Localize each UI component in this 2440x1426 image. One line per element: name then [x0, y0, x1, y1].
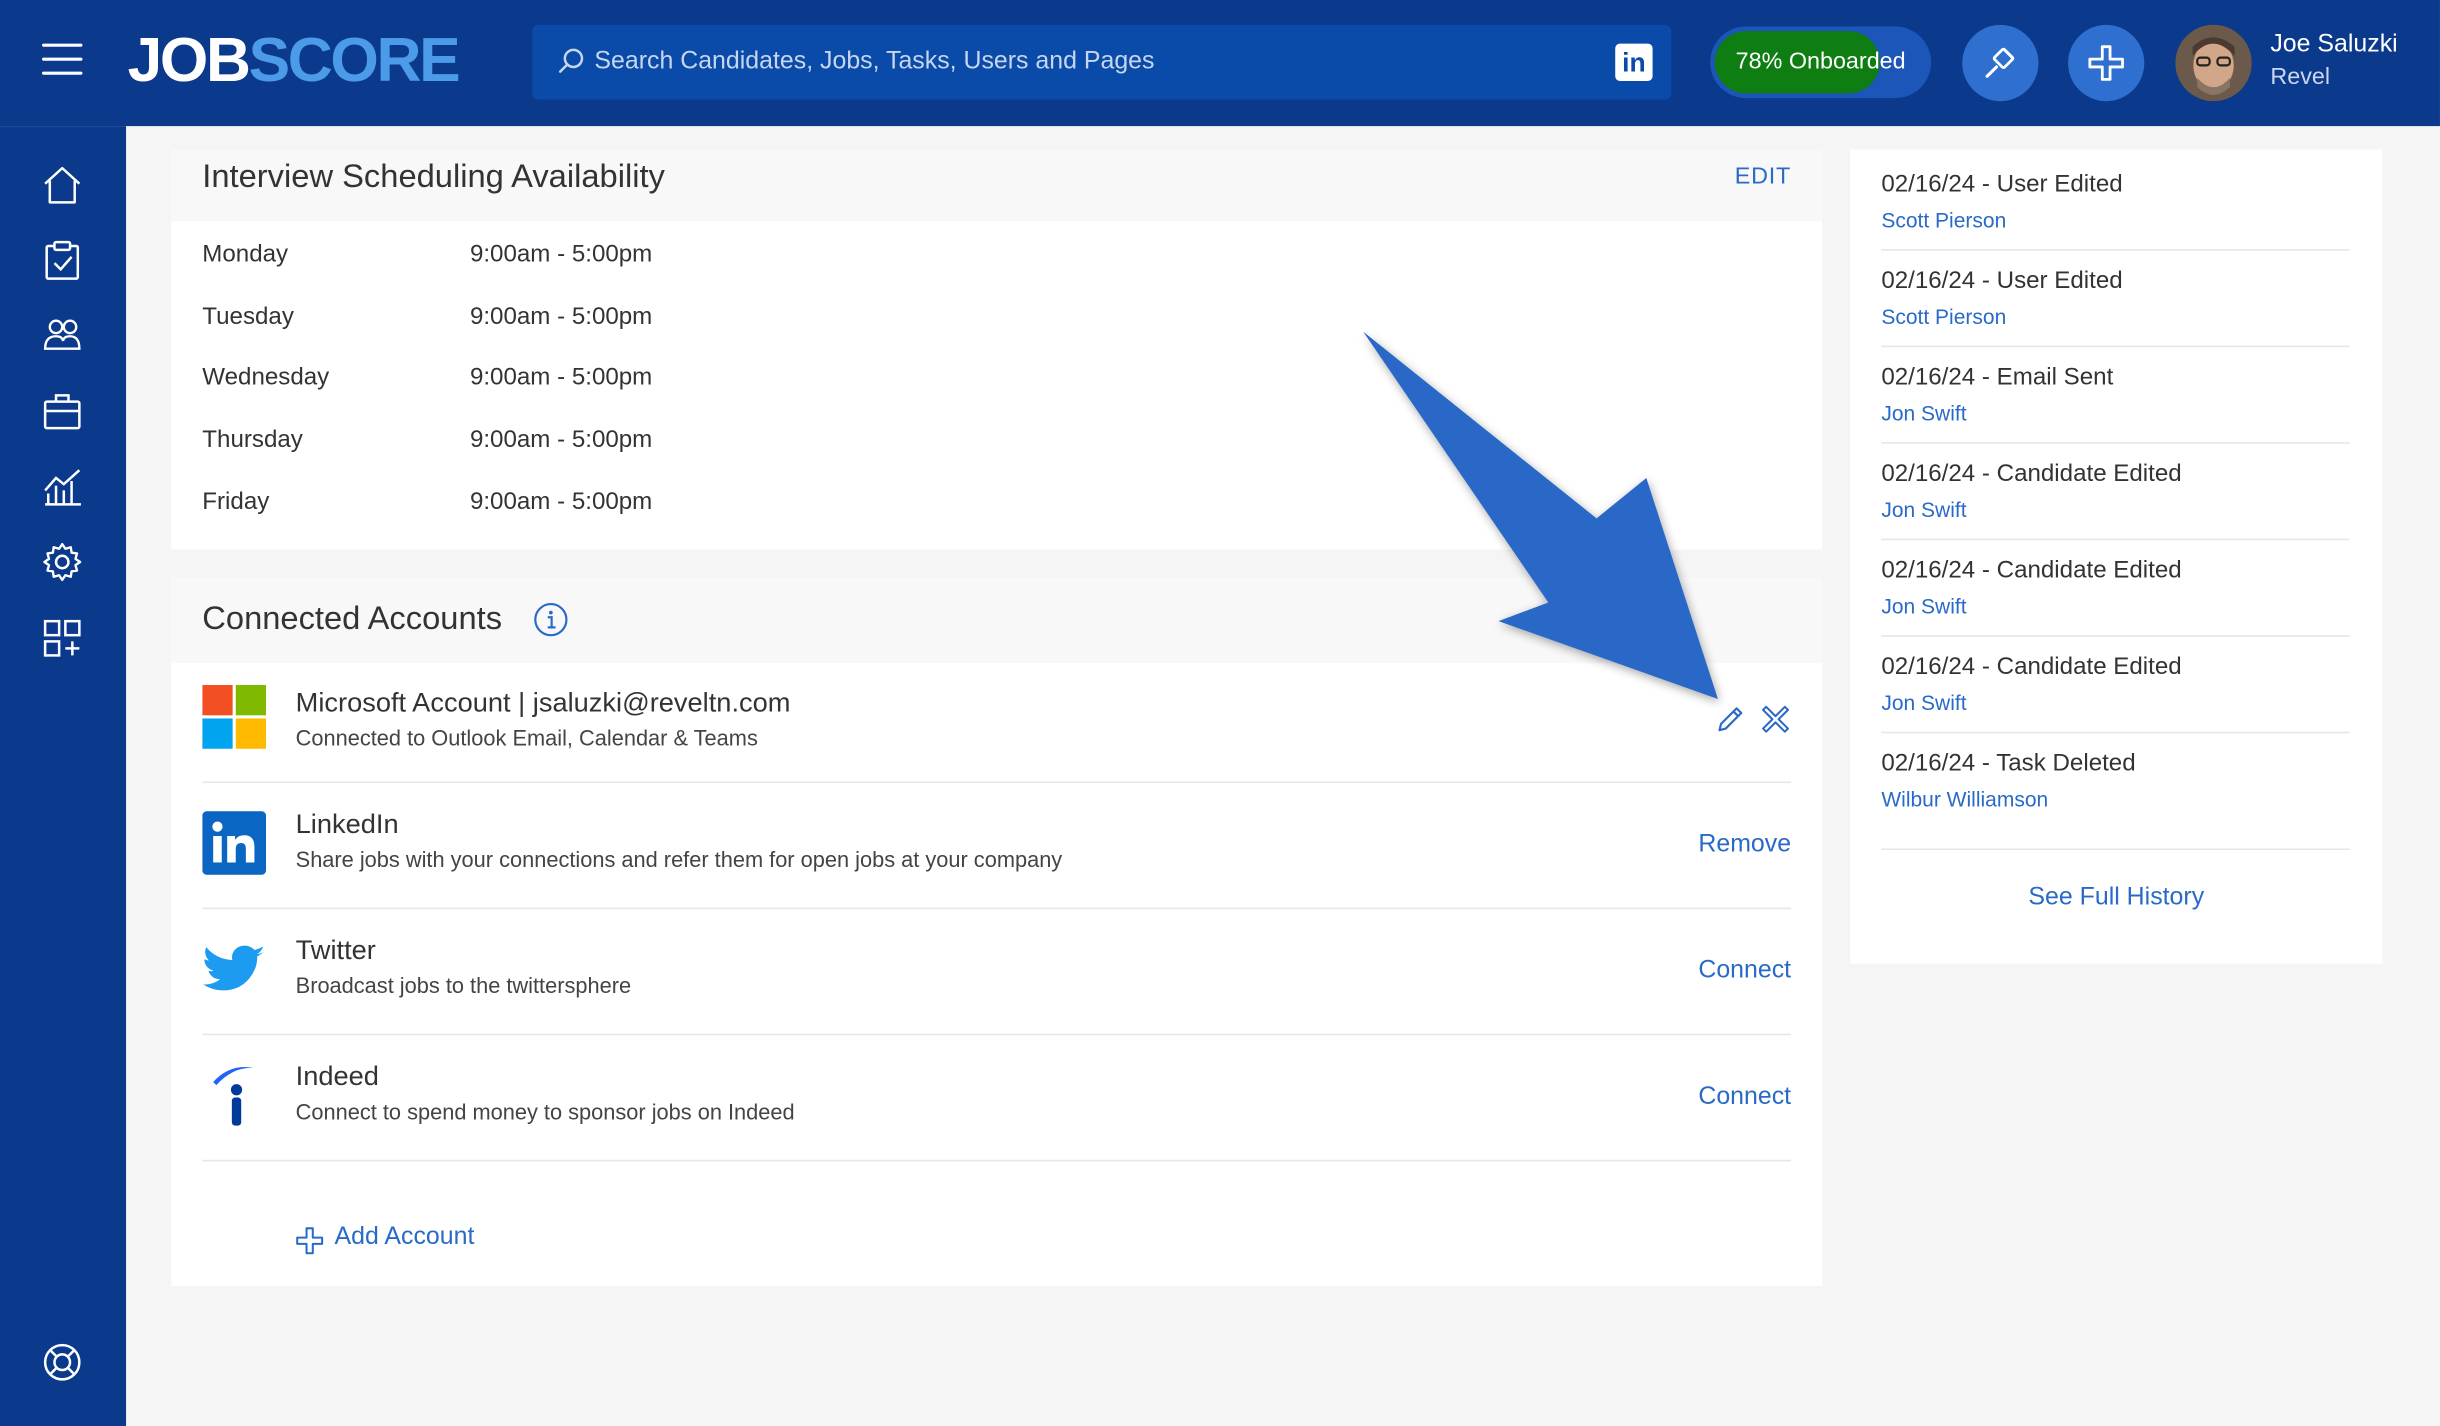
linkedin-logo-icon: [202, 811, 267, 875]
history-item: 02/16/24 - User Edited Scott Pierson: [1881, 251, 2350, 348]
account-row-indeed: Indeed Connect to spend money to sponsor…: [202, 1035, 1792, 1162]
disconnect-x-icon[interactable]: [1762, 705, 1790, 733]
history-item: 02/16/24 - Candidate Edited Jon Swift: [1881, 444, 2350, 541]
account-row-linkedin: LinkedIn Share jobs with your connection…: [202, 783, 1792, 910]
account-description: Broadcast jobs to the twittersphere: [295, 973, 632, 998]
see-full-history-link[interactable]: See Full History: [1850, 884, 2382, 912]
paintbrush-icon: [1985, 47, 2015, 78]
onboarding-progress-button[interactable]: 78% Onboarded: [1710, 26, 1932, 99]
home-icon[interactable]: [42, 165, 82, 205]
account-actions: [1716, 705, 1791, 736]
edit-pencil-icon[interactable]: [1716, 705, 1744, 733]
history-user-link[interactable]: Wilbur Williamson: [1881, 788, 2048, 811]
connected-accounts-card: Connected Accounts Microsoft Account | j…: [171, 577, 1823, 1286]
connected-accounts-header: Connected Accounts: [171, 577, 1823, 664]
add-new-button[interactable]: [2068, 24, 2145, 102]
linkedin-icon[interactable]: in: [1615, 43, 1653, 81]
history-user-link[interactable]: Jon Swift: [1881, 498, 1966, 521]
account-name: Microsoft Account | jsaluzki@reveltn.com: [295, 686, 791, 718]
history-user-link[interactable]: Jon Swift: [1881, 691, 1966, 714]
interview-availability-card: Interview Scheduling Availability EDIT M…: [171, 149, 1823, 550]
account-description: Connect to spend money to sponsor jobs o…: [295, 1099, 795, 1125]
connect-twitter-button[interactable]: Connect: [1698, 957, 1791, 985]
customize-button[interactable]: [1962, 24, 2039, 102]
plus-icon: [296, 1227, 324, 1255]
history-user-link[interactable]: Scott Pierson: [1881, 305, 2006, 328]
interview-card-header: Interview Scheduling Availability EDIT: [171, 149, 1823, 222]
candidates-people-icon[interactable]: [42, 314, 82, 354]
user-name[interactable]: Joe Saluzki: [2270, 31, 2397, 59]
settings-gear-icon[interactable]: [42, 542, 82, 582]
remove-linkedin-button[interactable]: Remove: [1698, 831, 1791, 859]
history-user-link[interactable]: Scott Pierson: [1881, 209, 2006, 232]
sidebar: [0, 126, 127, 1426]
apps-grid-icon[interactable]: [42, 618, 82, 658]
interview-card-title: Interview Scheduling Availability: [202, 158, 665, 195]
history-user-link[interactable]: Jon Swift: [1881, 595, 1966, 618]
plus-icon: [2088, 45, 2124, 81]
history-item: 02/16/24 - Email Sent Jon Swift: [1881, 347, 2350, 444]
avatar-photo: [2175, 24, 2252, 102]
connect-indeed-button[interactable]: Connect: [1698, 1084, 1791, 1112]
help-lifebuoy-icon[interactable]: [42, 1342, 82, 1382]
twitter-bird-icon: [203, 945, 265, 991]
history-item: 02/16/24 - User Edited Scott Pierson: [1881, 154, 2350, 251]
top-bar: JOBSCORE in 78% Onboarded: [0, 0, 2440, 127]
edit-availability-link[interactable]: EDIT: [1735, 163, 1791, 189]
search-icon: [558, 48, 584, 73]
tasks-clipboard-icon[interactable]: [42, 240, 82, 280]
account-row-twitter: Twitter Broadcast jobs to the twittersph…: [202, 909, 1792, 1036]
account-name: LinkedIn: [295, 807, 399, 840]
account-description: Connected to Outlook Email, Calendar & T…: [295, 725, 758, 751]
history-user-link[interactable]: Jon Swift: [1881, 402, 1966, 425]
connected-accounts-title: Connected Accounts: [202, 600, 503, 637]
onboarding-label: 78% Onboarded: [1735, 48, 1906, 75]
jobs-briefcase-icon[interactable]: [42, 391, 82, 431]
history-item: 02/16/24 - Task Deleted Wilbur Williamso…: [1881, 733, 2350, 851]
info-icon[interactable]: [534, 602, 568, 637]
microsoft-logo-icon: [202, 684, 267, 749]
hamburger-menu-icon[interactable]: [42, 43, 83, 75]
indeed-logo-icon: [213, 1067, 254, 1126]
account-description: Share jobs with your connections and ref…: [295, 846, 1063, 872]
history-item: 02/16/24 - Candidate Edited Jon Swift: [1881, 540, 2350, 637]
jobscore-logo[interactable]: JOBSCORE: [128, 26, 461, 94]
user-avatar[interactable]: [2175, 24, 2252, 102]
history-card: 02/16/24 - User Edited Scott Pierson 02/…: [1850, 149, 2383, 964]
search-input[interactable]: [594, 24, 1591, 100]
search-bar: in: [532, 24, 1672, 100]
reports-chart-icon[interactable]: [42, 467, 82, 507]
user-org: Revel: [2270, 63, 2331, 91]
history-item: 02/16/24 - Candidate Edited Jon Swift: [1881, 637, 2350, 734]
account-row-microsoft: Microsoft Account | jsaluzki@reveltn.com…: [202, 657, 1792, 784]
account-name: Indeed: [295, 1060, 379, 1092]
account-name: Twitter: [295, 934, 376, 966]
